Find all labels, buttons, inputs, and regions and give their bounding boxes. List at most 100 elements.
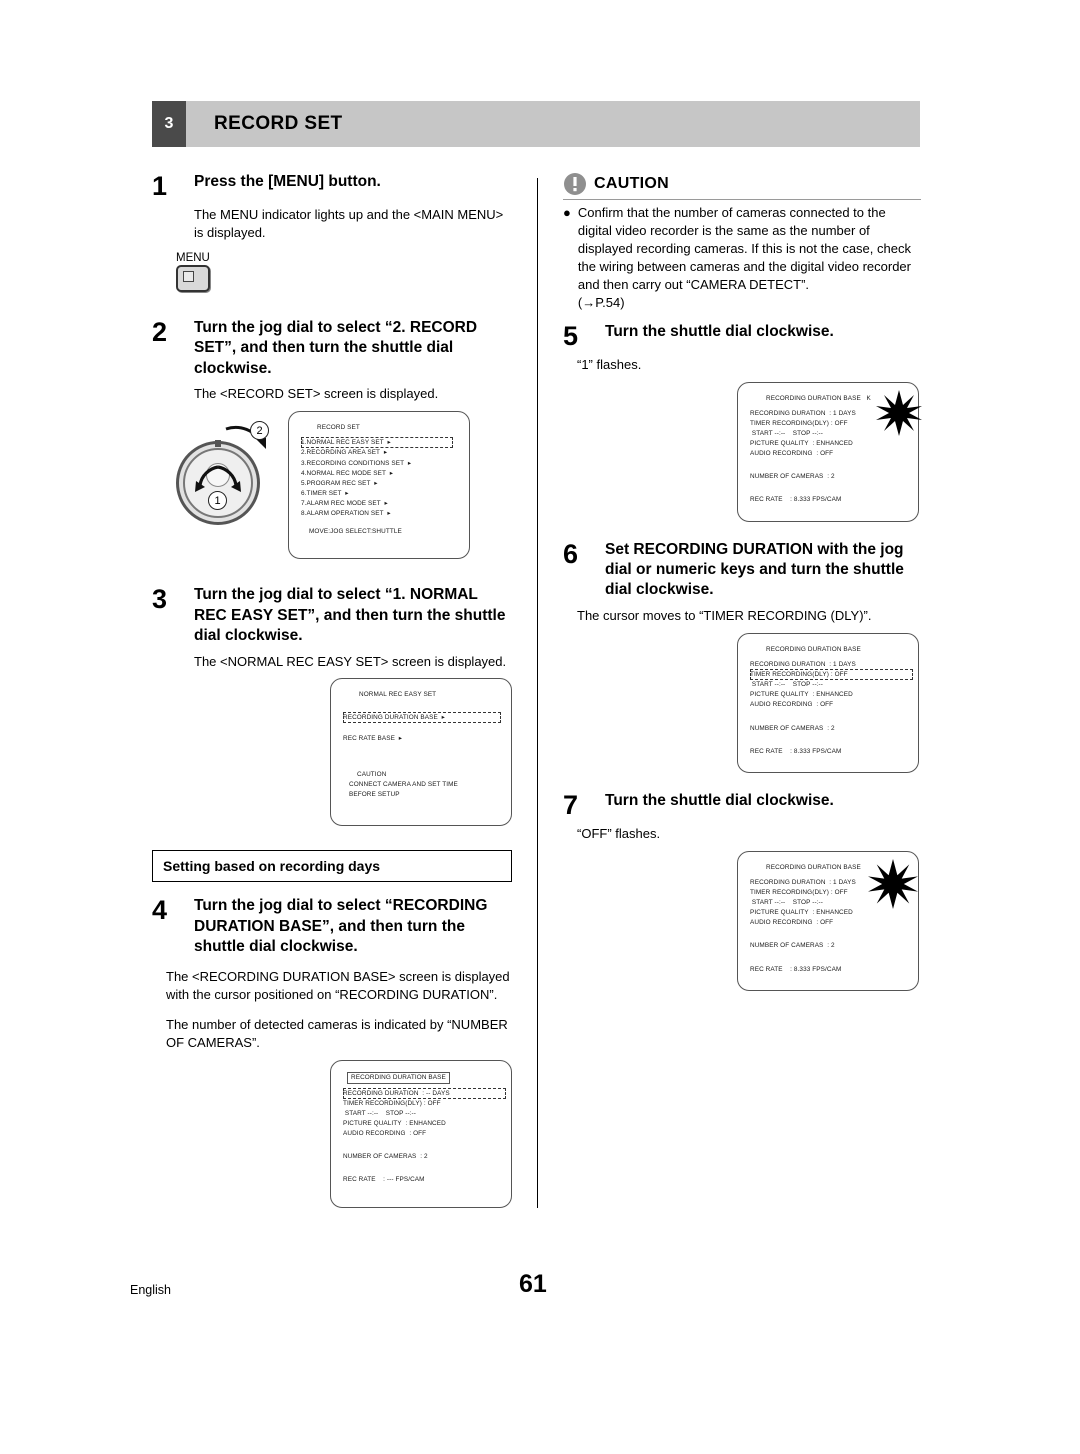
caution-page-ref: (→P.54): [577, 294, 625, 310]
osd-selection-highlight: [750, 669, 913, 681]
menu-button-illustration: MENU: [176, 252, 246, 292]
osd-row-picture-quality[interactable]: PICTURE QUALITY : ENHANCED: [750, 690, 906, 700]
osd-field-value: : OFF: [423, 1099, 441, 1107]
step-6-body: The cursor moves to “TIMER RECORDING (DL…: [577, 607, 872, 623]
osd-row-picture-quality[interactable]: PICTURE QUALITY : ENHANCED: [750, 439, 906, 449]
step-5-body: “1” flashes.: [577, 356, 642, 372]
osd-field-value: : OFF: [816, 450, 834, 458]
osd-field-label: REC RATE: [750, 747, 783, 755]
osd-field-label: NUMBER OF CAMERAS: [343, 1153, 417, 1161]
osd-row-start-stop[interactable]: START --:-- STOP --:--: [343, 1109, 499, 1119]
osd-row-number-of-cameras: NUMBER OF CAMERAS : 2: [750, 724, 906, 734]
osd-selection-highlight: [343, 711, 501, 723]
osd-field-label: RECORDING DURATION: [750, 409, 826, 417]
osd-menu-item-label: 6.TIMER SET: [301, 489, 342, 497]
osd-row-audio-recording[interactable]: AUDIO RECORDING : OFF: [750, 918, 906, 928]
step-7-heading: Turn the shuttle dial clockwise.: [605, 791, 834, 809]
osd-field-value: : ENHANCED: [405, 1120, 446, 1128]
osd-row-audio-recording[interactable]: AUDIO RECORDING : OFF: [750, 700, 906, 710]
flash-burst-icon: [868, 858, 918, 909]
osd-menu-item[interactable]: 6.TIMER SET ▸: [301, 489, 457, 499]
chapter-number: 3: [152, 101, 186, 147]
osd-menu-item[interactable]: 8.ALARM OPERATION SET ▸: [301, 509, 457, 519]
step-2-number: 2: [152, 316, 168, 347]
osd-row-number-of-cameras: NUMBER OF CAMERAS : 2: [750, 472, 906, 482]
osd-field-rec-rate-base[interactable]: REC RATE BASE ▸: [343, 734, 499, 744]
osd-selection-highlight: [301, 437, 453, 449]
osd-field-label: RECORDING DURATION: [750, 660, 826, 668]
osd-field-label: NUMBER OF CAMERAS: [750, 724, 824, 732]
osd-duration-base-blank: RECORDING DURATION BASE RECORDING DURATI…: [330, 1059, 512, 1208]
step-6: 6 Set RECORDING DURATION with the jog di…: [563, 540, 923, 601]
osd-field-label: REC RATE: [750, 496, 783, 504]
osd-menu-item-label: 2.RECORDING AREA SET: [301, 449, 381, 457]
step-7-number: 7: [563, 789, 579, 820]
step-1-heading: Press the [MENU] button.: [194, 173, 381, 190]
caution-rule: [563, 199, 921, 200]
osd-field-label: AUDIO RECORDING: [750, 701, 813, 709]
osd-row-rec-rate: REC RATE : 8.333 FPS/CAM: [750, 965, 906, 975]
osd-title: RECORDING DURATION BASE: [766, 645, 861, 653]
step-5-heading: Turn the shuttle dial clockwise.: [605, 322, 834, 340]
step-2: 2 Turn the jog dial to select “2. RECORD…: [152, 318, 512, 379]
osd-field-value: : OFF: [816, 701, 834, 709]
osd-flash-marker: K: [866, 394, 871, 402]
jog-shuttle-dial-illustration: 1 2: [170, 419, 280, 531]
osd-step7-duration-base: RECORDING DURATION BASE RECORDING DURATI…: [737, 850, 919, 991]
osd-field-label: REC RATE: [343, 1176, 376, 1184]
osd-title: RECORD SET: [317, 424, 360, 432]
osd-row-start-stop[interactable]: START --:-- STOP --:--: [750, 680, 906, 690]
caution-bullet-icon: ●: [563, 205, 571, 220]
osd-normal-rec-easy-set: NORMAL REC EASY SET RECORDING DURATION B…: [330, 678, 512, 827]
osd-menu-item[interactable]: 4.NORMAL REC MODE SET ▸: [301, 469, 457, 479]
osd-menu-item[interactable]: 3.RECORDING CONDITIONS SET ▸: [301, 459, 457, 469]
menu-button-label: MENU: [176, 251, 210, 264]
osd-row-audio-recording[interactable]: AUDIO RECORDING : OFF: [750, 449, 906, 459]
osd-menu-item[interactable]: 2.RECORDING AREA SET ▸: [301, 448, 457, 458]
osd-menu-item[interactable]: 7.ALARM REC MODE SET ▸: [301, 499, 457, 509]
osd-field-label: RECORDING DURATION: [750, 878, 826, 886]
caution-text: Confirm that the number of cameras conne…: [577, 205, 911, 292]
menu-button-icon: [176, 264, 210, 292]
osd-field-label: NUMBER OF CAMERAS: [750, 942, 824, 950]
footer-page-number: 61: [519, 1270, 547, 1298]
osd-title: RECORDING DURATION BASE: [347, 1071, 450, 1084]
osd-field-value: : 2: [827, 724, 835, 732]
osd-menu-item[interactable]: 5.PROGRAM REC SET ▸: [301, 479, 457, 489]
step-2-heading: Turn the jog dial to select “2. RECORD S…: [194, 318, 478, 377]
osd-field-label: REC RATE BASE: [343, 734, 395, 742]
osd-row-rec-rate: REC RATE : --- FPS/CAM: [343, 1175, 499, 1185]
osd-field-label: PICTURE QUALITY: [750, 909, 809, 917]
osd-field-value: : 2: [420, 1153, 428, 1161]
osd-field-value: : OFF: [830, 889, 848, 897]
osd-caution-title: CAUTION: [357, 770, 387, 778]
osd-field-label: AUDIO RECORDING: [750, 450, 813, 458]
osd-row-number-of-cameras: NUMBER OF CAMERAS : 2: [750, 941, 906, 951]
osd-field-value: : ENHANCED: [812, 440, 853, 447]
osd-row-picture-quality[interactable]: PICTURE QUALITY : ENHANCED: [750, 908, 906, 918]
osd-field-label: REC RATE: [750, 965, 783, 973]
osd-record-set-menu: RECORD SET 1.NORMAL REC EASY SET ▸ 2.REC…: [288, 411, 470, 560]
osd-field-value: : 8.333 FPS/CAM: [790, 965, 842, 973]
step-5: 5 Turn the shuttle dial clockwise.: [563, 322, 923, 350]
osd-step6-duration-base: RECORDING DURATION BASE RECORDING DURATI…: [737, 632, 919, 773]
osd-row-audio-recording[interactable]: AUDIO RECORDING : OFF: [343, 1129, 499, 1139]
osd-row-picture-quality[interactable]: PICTURE QUALITY : ENHANCED: [343, 1119, 499, 1129]
osd-row-rec-rate: REC RATE : 8.333 FPS/CAM: [750, 747, 906, 757]
osd-menu-item-label: 7.ALARM REC MODE SET: [301, 499, 381, 507]
osd-field-value: : ENHANCED: [812, 691, 853, 699]
caution-icon: [564, 173, 586, 195]
osd-menu-item-label: 8.ALARM OPERATION SET: [301, 510, 384, 518]
flash-burst-icon: [876, 389, 922, 436]
osd-title: NORMAL REC EASY SET: [359, 691, 437, 699]
osd-field-value: : OFF: [816, 919, 834, 927]
osd-row-number-of-cameras: NUMBER OF CAMERAS : 2: [343, 1152, 499, 1162]
osd-field-value: : 1 DAYS: [829, 409, 856, 417]
osd-field-value: : 8.333 FPS/CAM: [790, 747, 842, 755]
osd-hint-footer: MOVE:JOG SELECT:SHUTTLE: [309, 528, 402, 536]
osd-field-value: : 1 DAYS: [829, 878, 856, 886]
osd-step5-duration-base: RECORDING DURATION BASE K RECORDING DURA…: [737, 381, 922, 522]
osd-row-timer-recording[interactable]: TIMER RECORDING(DLY) : OFF: [343, 1099, 499, 1109]
osd-menu-item-label: 4.NORMAL REC MODE SET: [301, 469, 386, 477]
left-column: 1 Press the [MENU] button. The MENU indi…: [152, 172, 512, 1208]
